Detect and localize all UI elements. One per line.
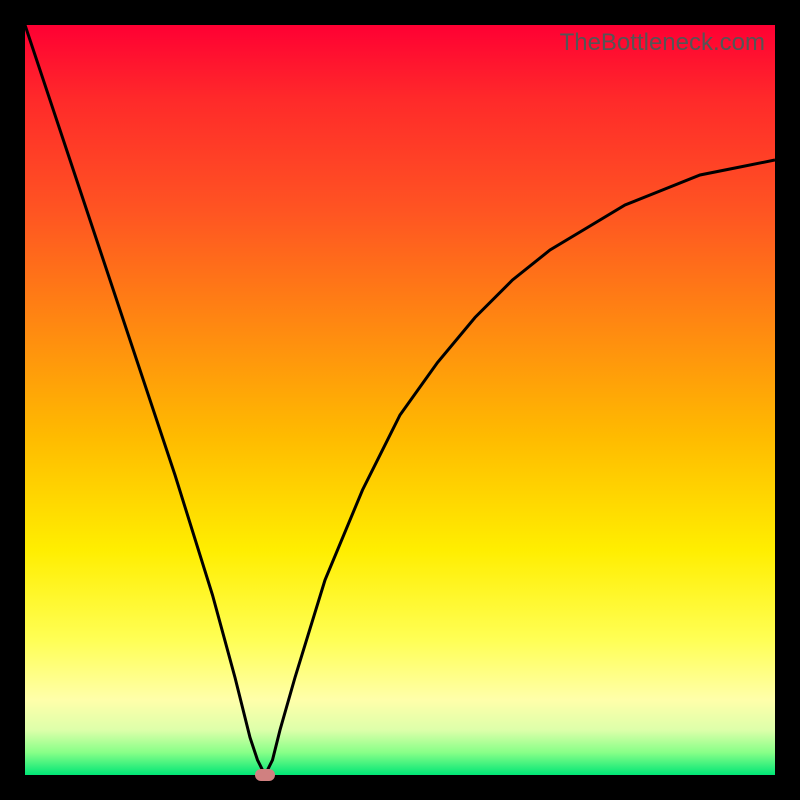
chart-frame: TheBottleneck.com [0,0,800,800]
watermark-text: TheBottleneck.com [560,29,765,57]
bottleneck-curve-path [25,25,775,775]
chart-plot-area: TheBottleneck.com [25,25,775,775]
curve-svg [25,25,775,775]
optimum-marker [255,769,275,781]
